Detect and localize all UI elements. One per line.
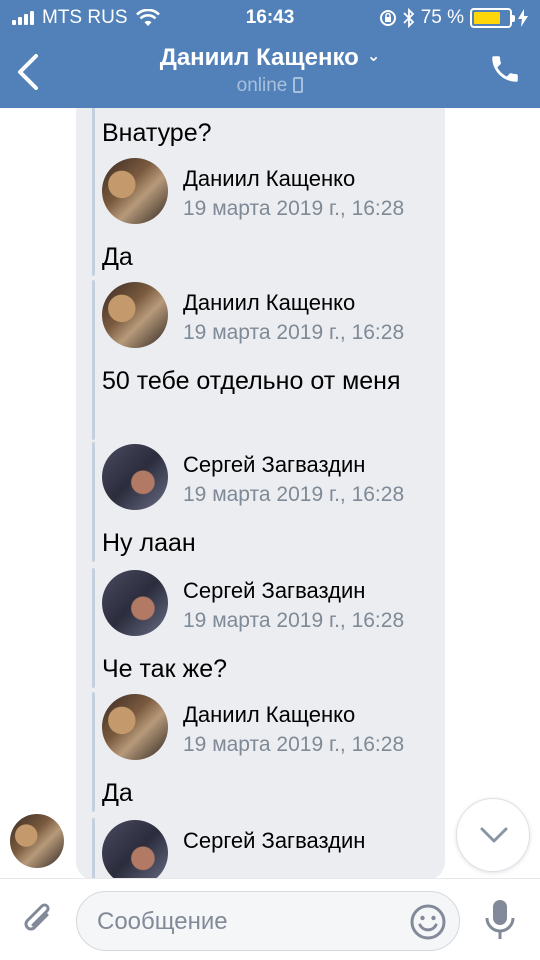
chat-title-text: Даниил Кащенко [159,44,359,71]
avatar[interactable] [102,282,168,348]
status-bar: MTS RUS 16:43 75 % [0,0,540,36]
avatar[interactable] [10,814,64,868]
avatar[interactable] [102,694,168,760]
message-text: Че так же? [102,655,227,683]
forward-quote-line [92,818,95,878]
paperclip-icon[interactable] [18,897,58,941]
message-date: 19 марта 2019 г., 16:28 [183,609,405,632]
message-text: Внатуре? [102,119,212,147]
sender-name[interactable]: Сергей Загваздин [183,578,365,604]
message-date: 19 марта 2019 г., 16:28 [183,483,405,506]
smile-icon[interactable] [409,903,447,941]
message-date: 19 марта 2019 г., 16:28 [183,321,405,344]
sender-name[interactable]: Даниил Кащенко [183,166,355,192]
input-placeholder: Сообщение [97,908,228,935]
battery-percent: 75 % [420,7,464,28]
rotation-lock-icon [379,10,396,26]
header: MTS RUS 16:43 75 % Даниил Кащенко ⌄ onli… [0,0,540,108]
forward-quote-line [92,442,95,562]
sender-name[interactable]: Сергей Загваздин [183,452,365,478]
chat-status: online [0,75,540,97]
input-bar: Сообщение [0,878,540,960]
online-status: online [236,75,288,96]
charging-icon [518,9,528,27]
message-text: 50 тебе отдельно от меня [102,367,401,395]
forward-quote-line [92,108,95,162]
avatar[interactable] [102,444,168,510]
forward-quote-line [92,568,95,688]
message-text: Да [102,779,133,807]
avatar[interactable] [102,820,168,878]
sender-name[interactable]: Даниил Кащенко [183,702,355,728]
avatar[interactable] [102,158,168,224]
message-input[interactable]: Сообщение [76,891,460,951]
forward-quote-line [92,156,95,276]
sender-name[interactable]: Сергей Загваздин [183,828,365,854]
status-right: 75 % [373,7,528,29]
mobile-icon [293,77,304,93]
avatar[interactable] [102,570,168,636]
message-list[interactable]: 19 марта 2019 г., 16:28 Внатуре? Даниил Ка… [0,108,540,878]
forward-quote-line [92,692,95,812]
message-text: Да [102,243,133,271]
chevron-down-icon: ⌄ [366,48,381,65]
sender-name[interactable]: Даниил Кащенко [183,290,355,316]
scroll-down-button[interactable] [456,798,530,872]
phone-icon[interactable] [488,52,522,86]
battery-fill [474,12,500,24]
message-text: Ну лаан [102,529,196,557]
battery-icon [470,8,515,28]
chevron-down-icon [480,827,508,843]
bluetooth-icon [403,8,414,28]
microphone-icon[interactable] [480,897,520,943]
chat-title[interactable]: Даниил Кащенко ⌄ [0,44,540,72]
forwarded-messages-bubble[interactable]: 19 марта 2019 г., 16:28 Внатуре? Даниил Ка… [76,108,445,878]
message-date: 19 марта 2019 г., 16:28 [183,197,405,220]
forward-quote-line [92,280,95,440]
message-date: 19 марта 2019 г., 16:28 [183,733,405,756]
